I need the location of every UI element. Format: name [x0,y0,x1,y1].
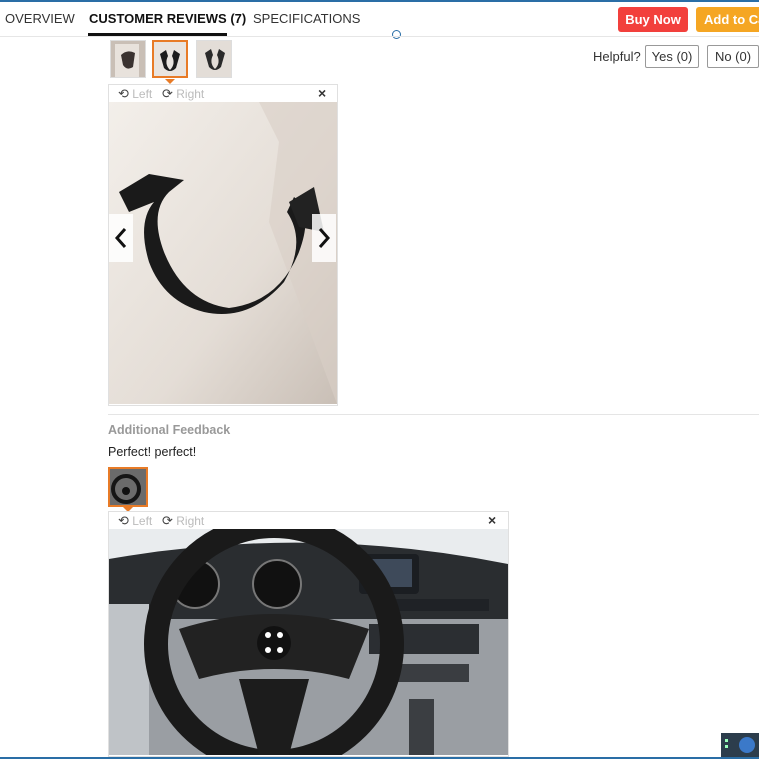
rotate-right-label: Right [176,514,205,528]
rotate-right-icon: ⟳ [162,86,173,101]
tab-overview[interactable]: OVERVIEW [5,11,75,26]
chevron-right-icon [318,228,331,248]
viewer-toolbar: ⟲ Left ⟳ Right × [109,85,337,101]
buy-now-button[interactable]: Buy Now [618,7,688,32]
section-divider [108,414,759,415]
close-icon[interactable]: × [318,85,326,101]
network-icon [725,737,755,753]
close-icon[interactable]: × [488,512,496,528]
previous-image-button[interactable] [109,214,133,262]
tab-customer-reviews[interactable]: CUSTOMER REVIEWS (7) [89,11,246,26]
thumbnail-image [154,42,186,76]
feedback-image-viewer: ⟲ Left ⟳ Right × [108,511,509,757]
chevron-left-icon [114,228,127,248]
rotate-left-control[interactable]: ⟲ Left [118,86,152,102]
helpful-no-button[interactable]: No (0) [707,45,759,68]
rotate-left-label: Left [132,87,153,101]
rotate-left-control[interactable]: ⟲ Left [118,513,152,529]
review-photo-steering-trim [109,102,337,404]
review-thumbnail-2[interactable] [152,40,188,78]
additional-feedback-heading: Additional Feedback [108,423,231,437]
product-tab-bar: OVERVIEW CUSTOMER REVIEWS (7) SPECIFICAT… [0,2,759,37]
review-thumbnail-3[interactable] [196,40,232,78]
rotate-right-control[interactable]: ⟳ Right [162,513,204,529]
review-thumbnail-1[interactable] [110,40,146,78]
tray-icon[interactable] [721,733,759,757]
tab-specifications[interactable]: SPECIFICATIONS [253,11,360,26]
add-to-cart-button[interactable]: Add to Ca [696,7,759,32]
thumbnail-image [110,469,146,505]
viewer-toolbar: ⟲ Left ⟳ Right × [109,512,508,528]
rotate-right-label: Right [176,87,205,101]
rotate-right-icon: ⟳ [162,513,173,528]
rotate-left-icon: ⟲ [118,513,129,528]
rotate-left-icon: ⟲ [118,86,129,101]
thumbnail-image [197,41,231,77]
additional-feedback-text: Perfect! perfect! [108,445,197,459]
next-image-button[interactable] [312,214,336,262]
helpful-yes-button[interactable]: Yes (0) [645,45,699,68]
review-photo-car-interior [109,529,508,755]
review-image-viewer: ⟲ Left ⟳ Right × [108,84,338,406]
rotate-right-control[interactable]: ⟳ Right [162,86,204,102]
rotate-left-label: Left [132,514,153,528]
helpful-label: Helpful? [593,49,641,64]
feedback-thumbnail-1[interactable] [108,467,148,507]
thumbnail-image [111,41,145,77]
active-tab-underline [88,33,227,36]
